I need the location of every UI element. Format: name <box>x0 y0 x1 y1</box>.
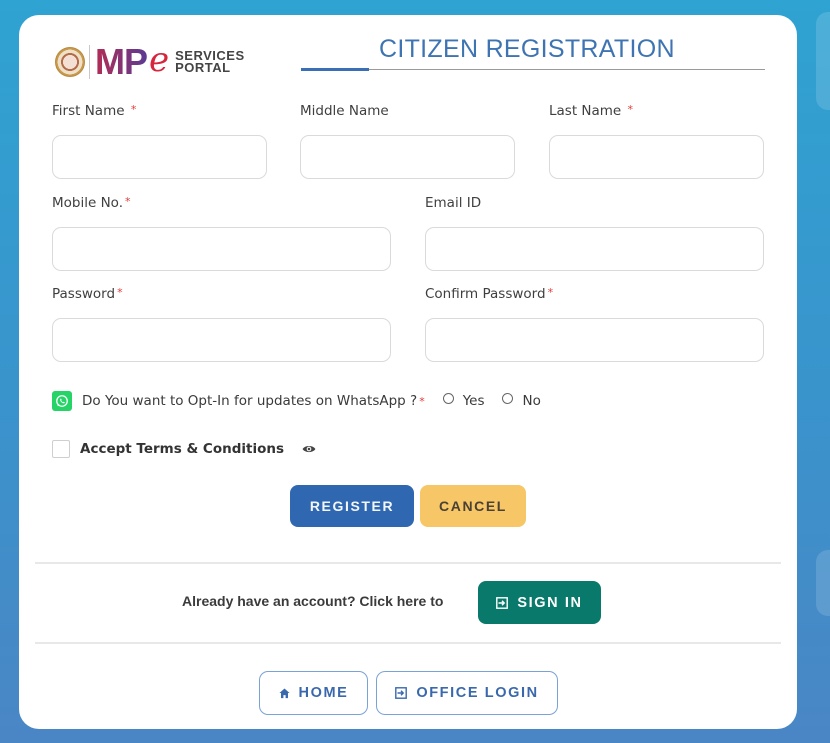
home-button[interactable]: HOME <box>259 671 368 715</box>
required-marker: * <box>125 195 131 208</box>
whatsapp-no-radio[interactable] <box>502 392 514 404</box>
required-marker: * <box>627 103 634 116</box>
required-marker: * <box>547 286 554 299</box>
terms-checkbox[interactable] <box>52 440 70 458</box>
logo-line-portal: PORTAL <box>175 60 231 75</box>
home-label: HOME <box>298 685 349 701</box>
whatsapp-icon <box>52 391 72 411</box>
email-input[interactable] <box>425 227 764 271</box>
divider <box>35 562 781 564</box>
password-group: Password * <box>52 286 391 362</box>
background-side-panel <box>816 12 830 110</box>
title-divider-accent <box>301 68 369 71</box>
divider <box>35 642 781 644</box>
confirm-password-group: Confirm Password * <box>425 286 764 362</box>
email-label: Email ID <box>425 195 482 211</box>
last-name-input[interactable] <box>549 135 764 179</box>
required-marker: * <box>419 394 425 408</box>
sign-in-label: SIGN IN <box>517 594 583 611</box>
page-title: CITIZEN REGISTRATION <box>379 35 675 63</box>
password-input[interactable] <box>52 318 391 362</box>
logo-e-text: e <box>149 40 170 80</box>
terms-row: Accept Terms & Conditions <box>52 440 316 458</box>
whatsapp-yes-option[interactable]: Yes <box>442 392 485 409</box>
login-icon <box>395 687 408 699</box>
logo-divider <box>89 45 90 79</box>
last-name-label: Last Name * <box>549 103 634 119</box>
first-name-label: First Name * <box>52 103 137 119</box>
mp-eservices-logo[interactable]: MP e SERVICES PORTAL <box>55 40 245 84</box>
password-label: Password * <box>52 286 123 302</box>
middle-name-label: Middle Name <box>300 103 389 119</box>
cancel-button[interactable]: CANCEL <box>420 485 526 527</box>
confirm-password-label: Confirm Password * <box>425 286 554 302</box>
email-group: Email ID <box>425 195 764 271</box>
title-divider <box>301 69 765 70</box>
registration-card: MP e SERVICES PORTAL CITIZEN REGISTRATIO… <box>19 15 797 729</box>
register-button[interactable]: REGISTER <box>290 485 414 527</box>
whatsapp-question: Do You want to Opt-In for updates on Wha… <box>82 393 418 409</box>
middle-name-group: Middle Name <box>300 103 515 179</box>
whatsapp-yes-radio[interactable] <box>442 392 454 404</box>
eye-icon[interactable] <box>302 444 316 454</box>
whatsapp-optin-row: Do You want to Opt-In for updates on Wha… <box>52 391 541 411</box>
middle-name-input[interactable] <box>300 135 515 179</box>
login-icon <box>496 596 509 609</box>
sign-in-button[interactable]: SIGN IN <box>478 581 601 624</box>
signin-prompt: Already have an account? Click here to <box>182 593 444 609</box>
confirm-password-input[interactable] <box>425 318 764 362</box>
mobile-group: Mobile No. * <box>52 195 391 271</box>
terms-label[interactable]: Accept Terms & Conditions <box>80 441 284 457</box>
office-login-button[interactable]: OFFICE LOGIN <box>376 671 558 715</box>
logo-mp-text: MP <box>95 41 148 82</box>
office-login-label: OFFICE LOGIN <box>416 685 539 701</box>
mobile-input[interactable] <box>52 227 391 271</box>
mobile-label: Mobile No. * <box>52 195 131 211</box>
state-emblem-icon <box>55 47 85 77</box>
first-name-group: First Name * <box>52 103 267 179</box>
first-name-input[interactable] <box>52 135 267 179</box>
required-marker: * <box>130 103 137 116</box>
whatsapp-no-option[interactable]: No <box>502 392 541 409</box>
last-name-group: Last Name * <box>549 103 764 179</box>
home-icon <box>279 687 290 699</box>
logo-services-portal: SERVICES PORTAL <box>175 49 245 75</box>
background-side-panel <box>816 550 830 616</box>
whatsapp-no-label: No <box>522 393 541 409</box>
whatsapp-yes-label: Yes <box>462 393 485 409</box>
required-marker: * <box>117 286 123 299</box>
